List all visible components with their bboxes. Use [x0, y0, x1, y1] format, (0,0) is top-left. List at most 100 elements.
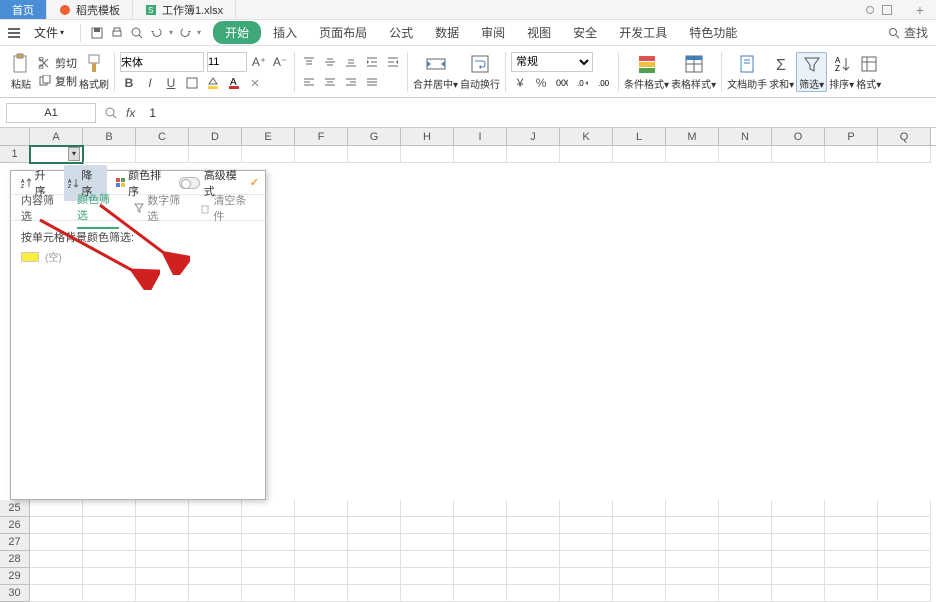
- tab-insert[interactable]: 插入: [263, 21, 307, 44]
- cell[interactable]: [136, 551, 189, 568]
- col-header[interactable]: M: [666, 128, 719, 145]
- fx-icon[interactable]: fx: [126, 106, 135, 120]
- col-header[interactable]: K: [560, 128, 613, 145]
- cell[interactable]: [507, 146, 560, 163]
- filter-tab-content[interactable]: 内容筛选: [21, 188, 63, 228]
- cell[interactable]: [454, 146, 507, 163]
- filter-button[interactable]: 筛选▾: [796, 52, 827, 92]
- tab-devtools[interactable]: 开发工具: [609, 21, 677, 44]
- cell[interactable]: [295, 500, 348, 517]
- cell[interactable]: [348, 500, 401, 517]
- cell[interactable]: [719, 146, 772, 163]
- save-icon[interactable]: [89, 25, 105, 41]
- clear-format-icon[interactable]: [246, 74, 264, 92]
- select-all-corner[interactable]: [0, 128, 30, 145]
- cell[interactable]: [401, 517, 454, 534]
- merge-button[interactable]: 合并居中▾: [413, 53, 458, 91]
- cell[interactable]: [507, 551, 560, 568]
- cell[interactable]: [772, 551, 825, 568]
- number-format-selector[interactable]: 常规: [511, 52, 593, 72]
- cell[interactable]: [772, 568, 825, 585]
- cell[interactable]: [30, 551, 83, 568]
- col-header[interactable]: F: [295, 128, 348, 145]
- cell[interactable]: [666, 517, 719, 534]
- tab-features[interactable]: 特色功能: [679, 21, 747, 44]
- col-header[interactable]: G: [348, 128, 401, 145]
- cell[interactable]: [825, 534, 878, 551]
- number-filter-button[interactable]: 数字筛选: [133, 192, 189, 224]
- cell[interactable]: [560, 517, 613, 534]
- cell[interactable]: [189, 551, 242, 568]
- tab-formula[interactable]: 公式: [379, 21, 423, 44]
- col-header[interactable]: D: [189, 128, 242, 145]
- filter-dropdown-icon[interactable]: ▾: [68, 147, 80, 161]
- cell[interactable]: [242, 500, 295, 517]
- cell[interactable]: [825, 146, 878, 163]
- tab-data[interactable]: 数据: [425, 21, 469, 44]
- title-tab-templates[interactable]: 稻壳模板: [47, 0, 133, 19]
- cell[interactable]: [83, 534, 136, 551]
- format-painter-button[interactable]: 格式刷: [79, 53, 109, 91]
- align-bottom-icon[interactable]: [342, 53, 360, 71]
- font-size-selector[interactable]: [207, 52, 247, 72]
- row-header[interactable]: 29: [0, 568, 30, 585]
- name-box[interactable]: A1: [6, 103, 96, 123]
- cell[interactable]: [401, 146, 454, 163]
- align-left-icon[interactable]: [300, 73, 318, 91]
- cell[interactable]: [613, 568, 666, 585]
- cell[interactable]: [560, 551, 613, 568]
- italic-icon[interactable]: I: [141, 74, 159, 92]
- cell[interactable]: [719, 551, 772, 568]
- thousands-icon[interactable]: 000: [553, 74, 571, 92]
- cell[interactable]: [189, 568, 242, 585]
- new-tab-button[interactable]: +: [904, 0, 936, 19]
- cell[interactable]: [560, 534, 613, 551]
- tab-layout[interactable]: 页面布局: [309, 21, 377, 44]
- paste-button[interactable]: 粘贴: [6, 53, 36, 91]
- undo-icon[interactable]: [149, 25, 165, 41]
- chevron-down-icon[interactable]: ▾: [197, 28, 201, 37]
- bold-icon[interactable]: B: [120, 74, 138, 92]
- row-header[interactable]: 27: [0, 534, 30, 551]
- cell[interactable]: [613, 146, 666, 163]
- cell[interactable]: [454, 500, 507, 517]
- row-header[interactable]: 28: [0, 551, 30, 568]
- cell[interactable]: [613, 551, 666, 568]
- file-menu[interactable]: 文件▾: [26, 22, 72, 43]
- cell[interactable]: [295, 534, 348, 551]
- increase-decimal-icon[interactable]: .00: [595, 74, 613, 92]
- cell[interactable]: [666, 534, 719, 551]
- cell[interactable]: [772, 517, 825, 534]
- cell[interactable]: [666, 500, 719, 517]
- cell[interactable]: [242, 517, 295, 534]
- cell[interactable]: [507, 534, 560, 551]
- tab-start[interactable]: 开始: [213, 21, 261, 44]
- cell[interactable]: [772, 500, 825, 517]
- tab-view[interactable]: 视图: [517, 21, 561, 44]
- cell[interactable]: [83, 568, 136, 585]
- title-tab-workbook[interactable]: S 工作簿1.xlsx: [133, 0, 236, 19]
- cell[interactable]: [666, 551, 719, 568]
- preview-icon[interactable]: [129, 25, 145, 41]
- border-icon[interactable]: [183, 74, 201, 92]
- cell[interactable]: [613, 500, 666, 517]
- cell[interactable]: [825, 517, 878, 534]
- cell[interactable]: [825, 551, 878, 568]
- cell[interactable]: [666, 146, 719, 163]
- cell[interactable]: [878, 500, 931, 517]
- cell[interactable]: [613, 534, 666, 551]
- col-header[interactable]: Q: [878, 128, 931, 145]
- redo-icon[interactable]: [177, 25, 193, 41]
- cell[interactable]: [83, 146, 136, 163]
- cell[interactable]: [560, 568, 613, 585]
- clear-filter-button[interactable]: 清空条件: [199, 192, 255, 224]
- cell[interactable]: [878, 551, 931, 568]
- cell[interactable]: [454, 551, 507, 568]
- cell[interactable]: [507, 500, 560, 517]
- cell[interactable]: [189, 534, 242, 551]
- square-icon[interactable]: [882, 5, 892, 15]
- cell[interactable]: [825, 500, 878, 517]
- cell[interactable]: [772, 146, 825, 163]
- col-header[interactable]: C: [136, 128, 189, 145]
- cell[interactable]: [242, 146, 295, 163]
